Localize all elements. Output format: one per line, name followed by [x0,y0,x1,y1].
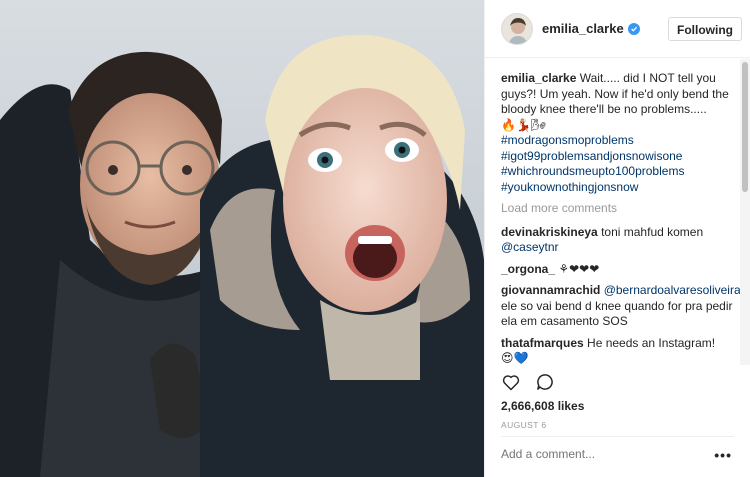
more-options-icon[interactable]: ••• [714,447,732,463]
selfie-image [0,0,484,477]
comment-username[interactable]: _orgona_ [501,262,555,276]
add-comment-input[interactable] [501,447,701,461]
following-button[interactable]: Following [668,16,742,41]
comment-text: ⚘❤❤❤ [558,261,600,276]
comment-username[interactable]: thatafmarques [501,336,584,350]
comment-item: giovannamrachid @bernardoalvaresoliveira… [501,283,741,330]
likes-count[interactable]: 2,666,608 likes [501,399,584,413]
caption: emilia_clarke Wait..... did I NOT tell y… [501,71,741,195]
load-more-comments-link[interactable]: Load more comments [501,201,741,217]
verified-badge-icon [627,22,640,35]
avatar[interactable] [501,12,533,45]
post-header: emilia_clarke Following [485,0,750,58]
heart-icon[interactable] [501,372,521,392]
hashtag-link[interactable]: #whichroundsmeupto100problems [501,164,741,180]
comment-mention[interactable]: @bernardoalvaresoliveira [604,283,741,297]
comment-username[interactable]: devinakriskineya [501,225,598,239]
username-link[interactable]: emilia_clarke [542,21,624,36]
comments-list[interactable]: emilia_clarke Wait..... did I NOT tell y… [485,59,741,365]
scrollbar-thumb[interactable] [742,62,748,192]
hashtag-link[interactable]: #youknownothingjonsnow [501,180,741,196]
comment-text: toni mahfud komen [601,224,704,239]
comment-text: He needs an Instagram! [587,335,716,350]
post-date: AUGUST 6 [501,420,547,430]
comment-mention[interactable]: @caseytnr [501,240,559,254]
comment-item: devinakriskineya toni mahfud komen @case… [501,225,741,256]
post-actions [501,368,555,396]
comment-item: thatafmarques He needs an Instagram! 😍💙 [501,336,741,366]
comment-text: ele so vai bend d knee quando for pra pe… [501,298,733,329]
post-photo[interactable] [0,0,484,477]
avatar-image [502,13,532,44]
caption-username[interactable]: emilia_clarke [501,71,576,85]
comment-username[interactable]: giovannamrachid [501,283,600,297]
post-side-panel: emilia_clarke Following emilia_clarke Wa… [484,0,750,477]
hashtag-link[interactable]: #modragonsmoproblems [501,133,741,149]
comment-icon[interactable] [535,372,555,392]
comment-item: _orgona_ ⚘❤❤❤ [501,262,741,278]
divider [501,436,734,437]
comment-emoji: 😍💙 [501,351,529,365]
comments-scrollbar[interactable] [740,59,750,365]
caption-emoji: 🔥💃🏼🌬 [501,117,547,132]
hashtag-link[interactable]: #igot99problemsandjonsnowisone [501,149,741,165]
